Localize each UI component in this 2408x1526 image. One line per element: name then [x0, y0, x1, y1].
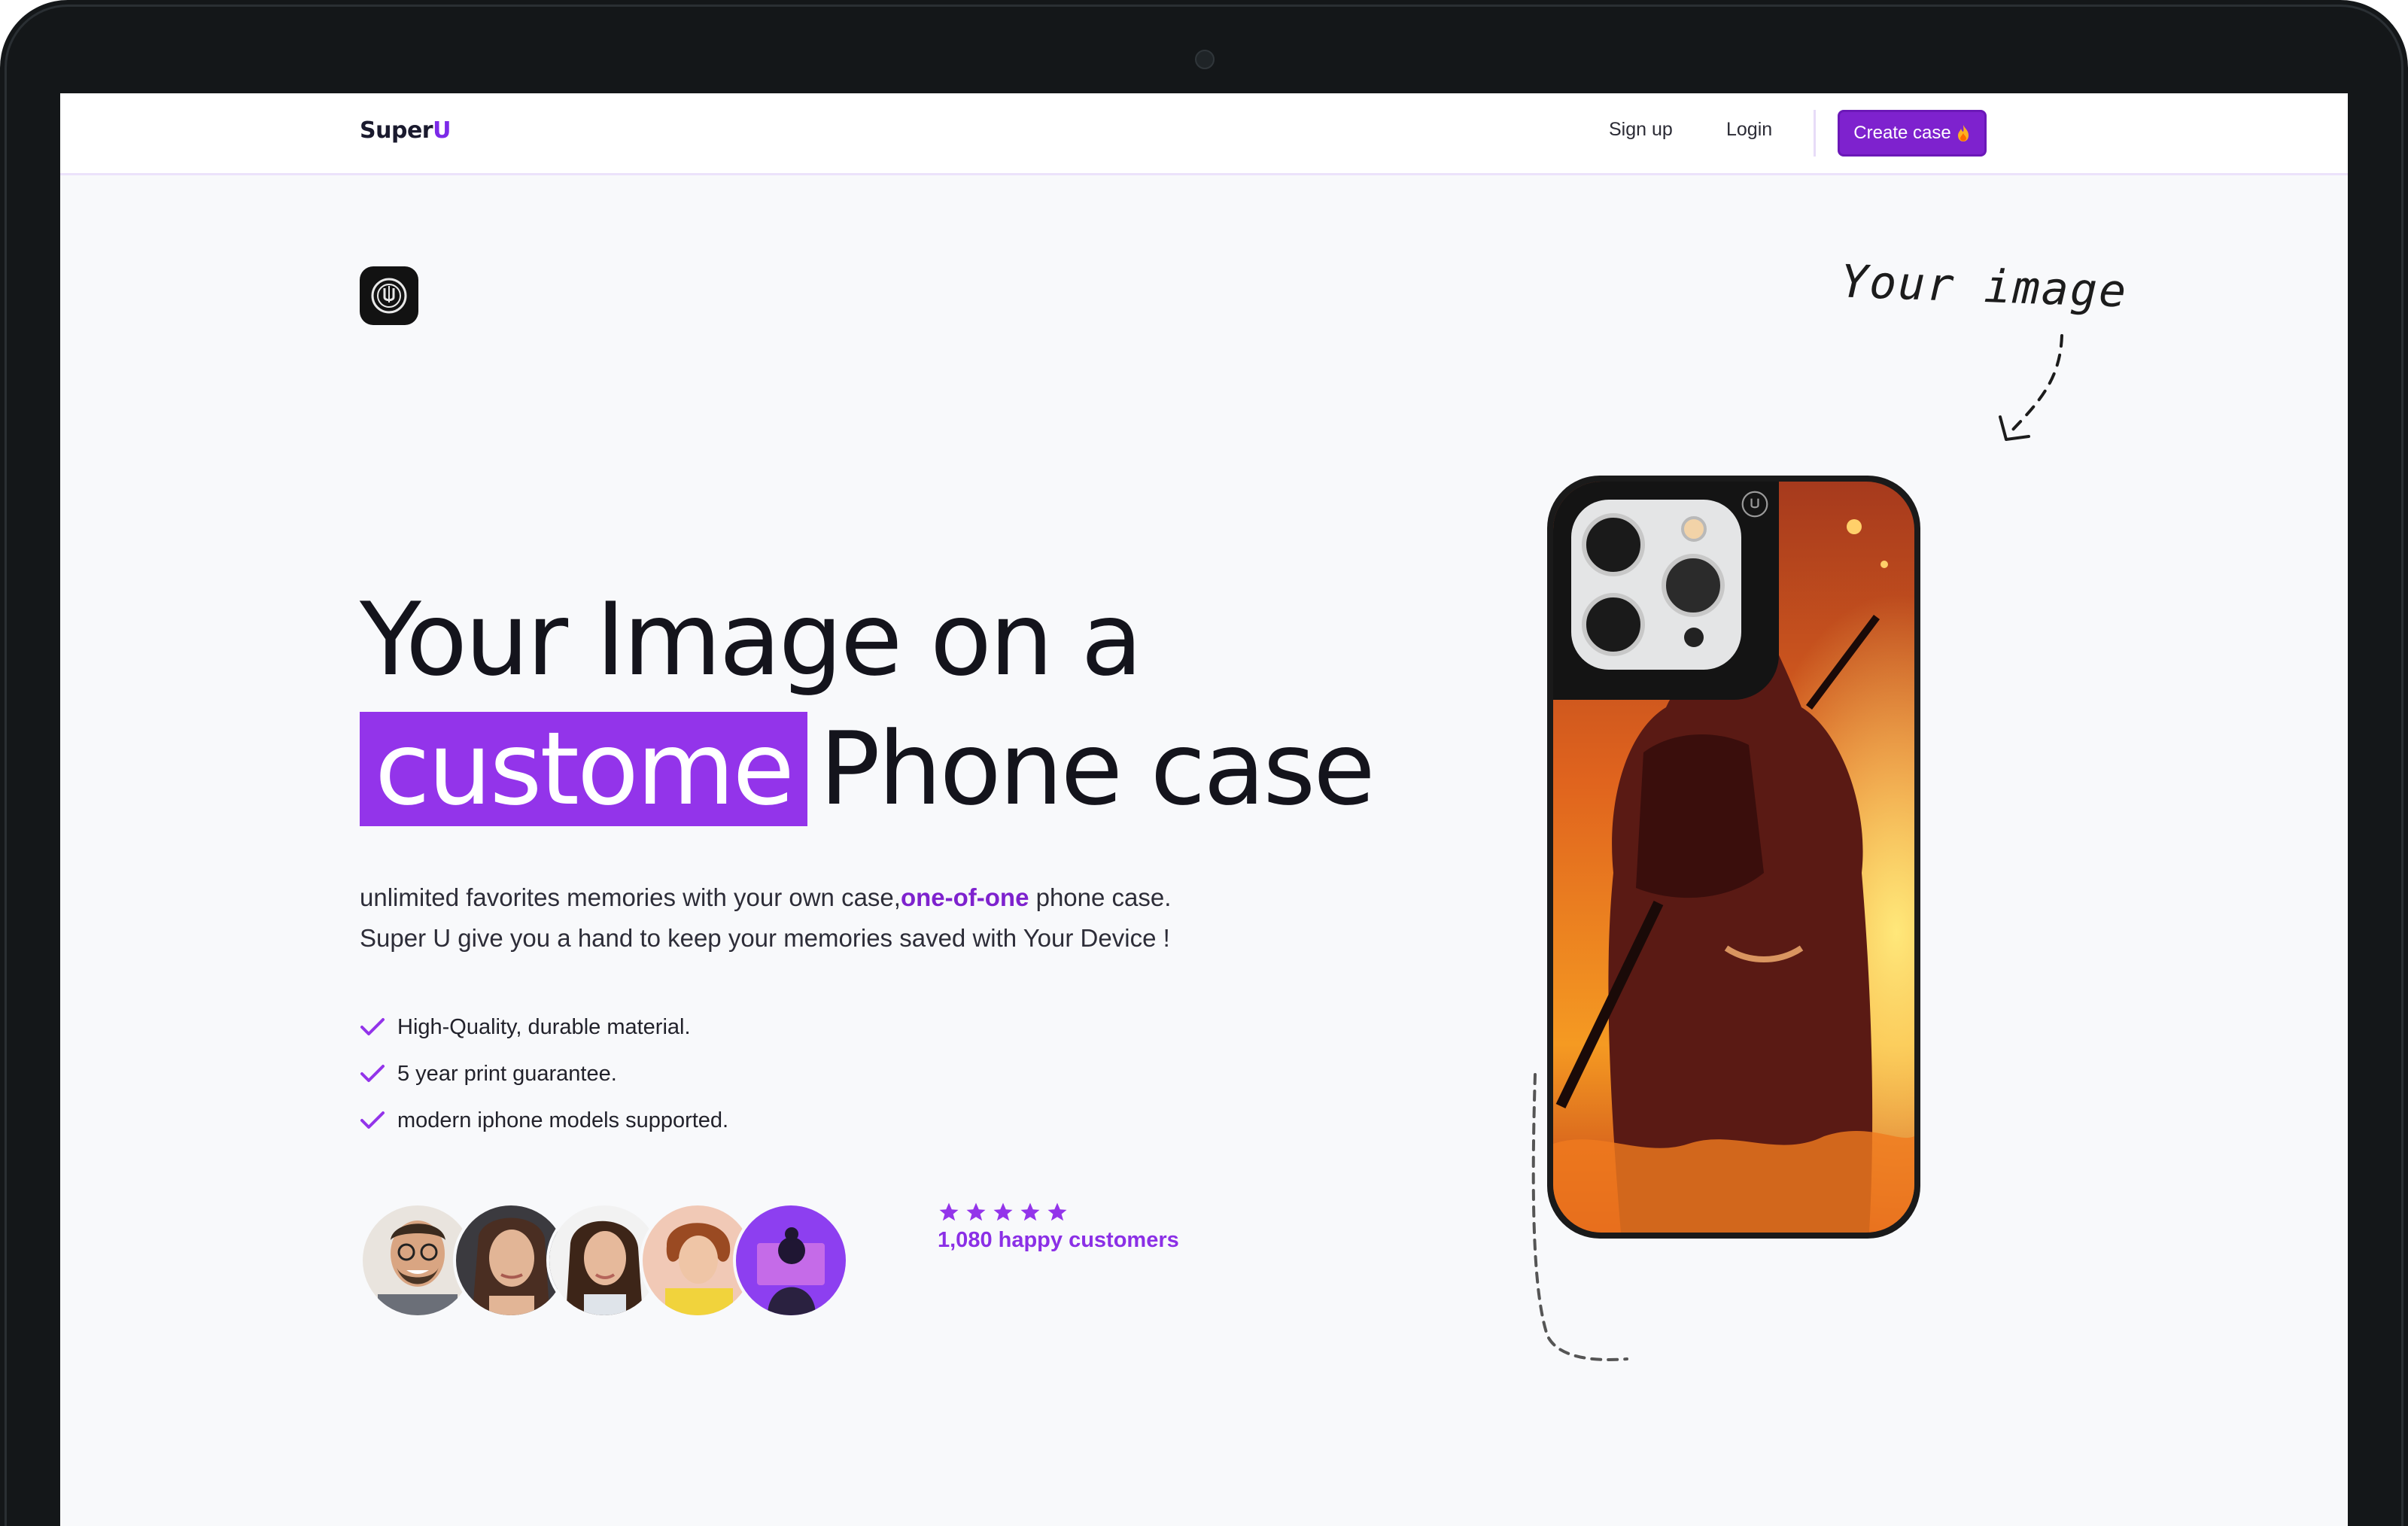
camera-module	[1571, 500, 1741, 670]
camera-lens-icon	[1582, 513, 1645, 576]
avatar	[733, 1202, 849, 1318]
feature-item: High-Quality, durable material.	[360, 1004, 728, 1050]
feature-item: 5 year print guarantee.	[360, 1050, 728, 1097]
headline-line-1: Your Image on a	[360, 581, 1143, 698]
happy-customers-count: 1,080 happy customers	[938, 1228, 1179, 1252]
feature-list: High-Quality, durable material. 5 year p…	[360, 1004, 728, 1144]
flame-icon	[1957, 125, 1969, 141]
phone-case-artwork	[1553, 482, 1914, 1233]
headline-highlight: custome	[360, 712, 807, 826]
phone-case-mockup	[1547, 476, 1920, 1239]
create-case-button[interactable]: Create case	[1838, 110, 1987, 157]
navbar: SuperU Sign up Login Create case	[60, 93, 2348, 175]
lidar-icon	[1684, 628, 1704, 647]
subtitle-text-2: phone case.	[1029, 883, 1172, 911]
login-link[interactable]: Login	[1726, 119, 1772, 141]
dashed-arrow-icon	[1999, 334, 2063, 441]
logo-prefix: Super	[360, 117, 433, 144]
star-icon	[1047, 1202, 1067, 1221]
rating-stars	[938, 1201, 1179, 1224]
logo[interactable]: SuperU	[360, 117, 451, 144]
star-icon	[966, 1202, 986, 1221]
webcam-icon	[1195, 50, 1215, 69]
subtitle-accent: one-of-one	[900, 883, 1029, 911]
your-image-annotation: Your image	[1839, 255, 2129, 318]
create-case-label: Create case	[1853, 123, 1951, 143]
superu-emblem-icon	[371, 278, 407, 314]
hero-subtitle: unlimited favorites memories with your o…	[360, 877, 1338, 959]
feature-label: 5 year print guarantee.	[397, 1061, 617, 1086]
customer-rating: 1,080 happy customers	[938, 1201, 1179, 1253]
headline-line-2: Phone case	[819, 710, 1376, 828]
signup-link[interactable]: Sign up	[1609, 119, 1673, 141]
camera-lens-icon	[1662, 554, 1725, 617]
nav-divider	[1814, 110, 1816, 157]
feature-label: High-Quality, durable material.	[397, 1014, 691, 1039]
star-icon	[939, 1202, 959, 1221]
flash-icon	[1681, 516, 1707, 542]
browser-viewport: SuperU Sign up Login Create case Your Im…	[60, 93, 2348, 1526]
check-icon	[360, 1111, 385, 1129]
check-icon	[360, 1018, 385, 1035]
hero-headline: Your Image on a custome Phone case	[360, 575, 1376, 834]
subtitle-line-2: Super U give you a hand to keep your mem…	[360, 924, 1170, 952]
feature-label: modern iphone models supported.	[397, 1108, 729, 1132]
camera-lens-icon	[1582, 593, 1645, 656]
star-icon	[1020, 1202, 1040, 1221]
superu-emblem-icon	[1741, 491, 1768, 518]
star-icon	[993, 1202, 1013, 1221]
feature-item: modern iphone models supported.	[360, 1097, 728, 1144]
check-icon	[360, 1065, 385, 1082]
subtitle-text-1: unlimited favorites memories with your o…	[360, 883, 901, 911]
customer-avatars	[360, 1202, 871, 1321]
logo-suffix: U	[433, 117, 451, 144]
superu-app-icon	[360, 266, 418, 325]
